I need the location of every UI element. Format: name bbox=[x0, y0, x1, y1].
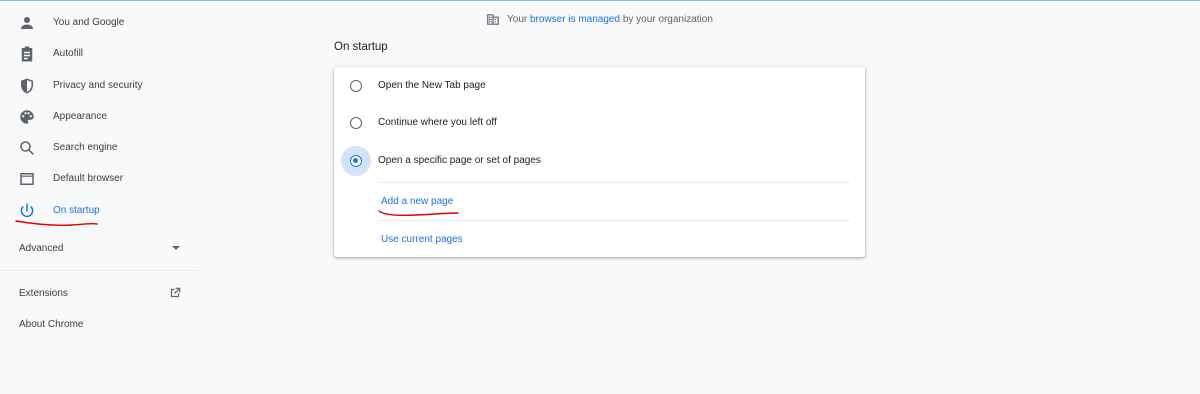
power-icon bbox=[17, 201, 37, 221]
palette-icon bbox=[17, 107, 37, 127]
sidebar-item-you-and-google[interactable]: You and Google bbox=[0, 7, 198, 38]
radio-label: Continue where you left off bbox=[378, 117, 497, 128]
sidebar-item-label: Autofill bbox=[53, 48, 84, 59]
sidebar-item-default-browser[interactable]: Default browser bbox=[0, 163, 198, 194]
sidebar-item-appearance[interactable]: Appearance bbox=[0, 101, 198, 132]
advanced-label: Advanced bbox=[19, 242, 64, 254]
radio-option-continue[interactable]: Continue where you left off bbox=[334, 105, 865, 141]
card-divider bbox=[378, 220, 850, 221]
advanced-section-toggle[interactable]: Advanced bbox=[0, 234, 198, 262]
sidebar-item-label: Default browser bbox=[53, 173, 124, 184]
managed-link[interactable]: browser is managed bbox=[530, 14, 620, 25]
managed-prefix: Your bbox=[507, 13, 528, 25]
radio-label: Open the New Tab page bbox=[378, 80, 486, 91]
managed-suffix: by your organization bbox=[622, 13, 713, 25]
use-current-pages-link[interactable]: Use current pages bbox=[381, 234, 463, 245]
sidebar: You and Google Autofill Privacy and secu… bbox=[0, 1, 198, 394]
card-divider bbox=[378, 182, 850, 183]
sidebar-item-label: On startup bbox=[53, 205, 100, 216]
chevron-down-icon bbox=[172, 246, 180, 250]
radio-option-specific-pages[interactable]: Open a specific page or set of pages bbox=[334, 143, 865, 179]
about-label: About Chrome bbox=[19, 318, 84, 330]
page-title: On startup bbox=[334, 41, 388, 53]
shield-icon bbox=[17, 76, 37, 96]
radio-button-checked[interactable] bbox=[350, 155, 362, 167]
sidebar-divider bbox=[0, 270, 198, 271]
sidebar-item-on-startup[interactable]: On startup bbox=[0, 195, 198, 226]
radio-label: Open a specific page or set of pages bbox=[378, 155, 541, 166]
sidebar-item-autofill[interactable]: Autofill bbox=[0, 38, 198, 69]
sidebar-item-label: Privacy and security bbox=[53, 80, 143, 91]
extensions-label: Extensions bbox=[19, 287, 68, 299]
search-icon bbox=[17, 138, 37, 158]
sidebar-item-privacy[interactable]: Privacy and security bbox=[0, 70, 198, 101]
clipboard-icon bbox=[17, 44, 37, 64]
startup-options-card: Open the New Tab page Continue where you… bbox=[334, 67, 865, 257]
sidebar-item-label: Appearance bbox=[53, 111, 107, 122]
sidebar-item-label: You and Google bbox=[53, 17, 125, 28]
person-icon bbox=[17, 13, 37, 33]
radio-button[interactable] bbox=[350, 117, 362, 129]
sidebar-item-extensions[interactable]: Extensions bbox=[0, 279, 198, 307]
managed-banner: Your browser is managed by your organiza… bbox=[486, 12, 713, 26]
open-in-new-icon bbox=[170, 287, 181, 298]
building-icon bbox=[487, 13, 499, 25]
radio-button[interactable] bbox=[350, 80, 362, 92]
radio-option-new-tab[interactable]: Open the New Tab page bbox=[334, 68, 865, 104]
sidebar-item-search-engine[interactable]: Search engine bbox=[0, 132, 198, 163]
sidebar-item-about-chrome[interactable]: About Chrome bbox=[0, 310, 198, 338]
browser-window-icon bbox=[17, 169, 37, 189]
add-new-page-link[interactable]: Add a new page bbox=[381, 196, 453, 207]
sidebar-item-label: Search engine bbox=[53, 142, 118, 153]
